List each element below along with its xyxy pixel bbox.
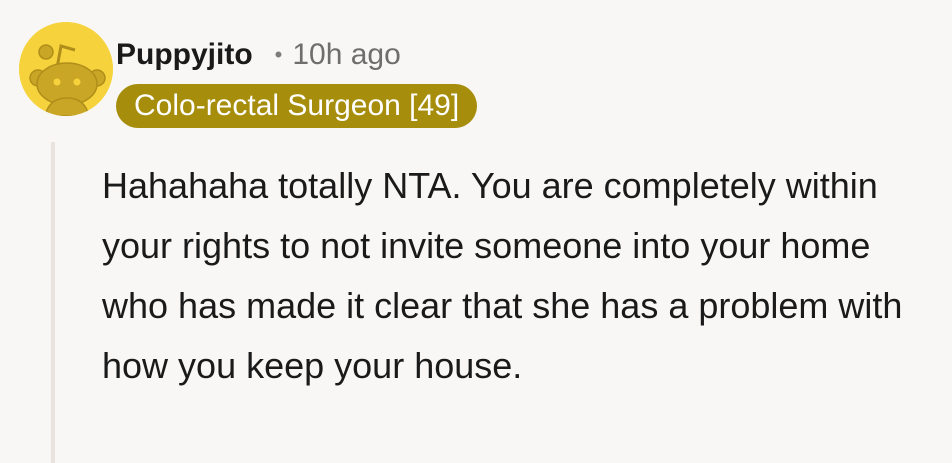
comment-timestamp[interactable]: 10h ago	[292, 38, 400, 72]
thread-collapse-line[interactable]	[51, 142, 55, 463]
comment-header: Puppyjito • 10h ago	[116, 33, 401, 77]
username-link[interactable]: Puppyjito	[116, 38, 253, 72]
user-avatar-icon[interactable]	[19, 22, 113, 116]
meta-separator: •	[274, 42, 283, 67]
user-flair-badge: Colo-rectal Surgeon [49]	[116, 84, 478, 128]
comment: Puppyjito • 10h ago Colo-rectal Surgeon …	[0, 0, 952, 463]
comment-body: Hahahaha totally NTA. You are completely…	[102, 165, 903, 386]
